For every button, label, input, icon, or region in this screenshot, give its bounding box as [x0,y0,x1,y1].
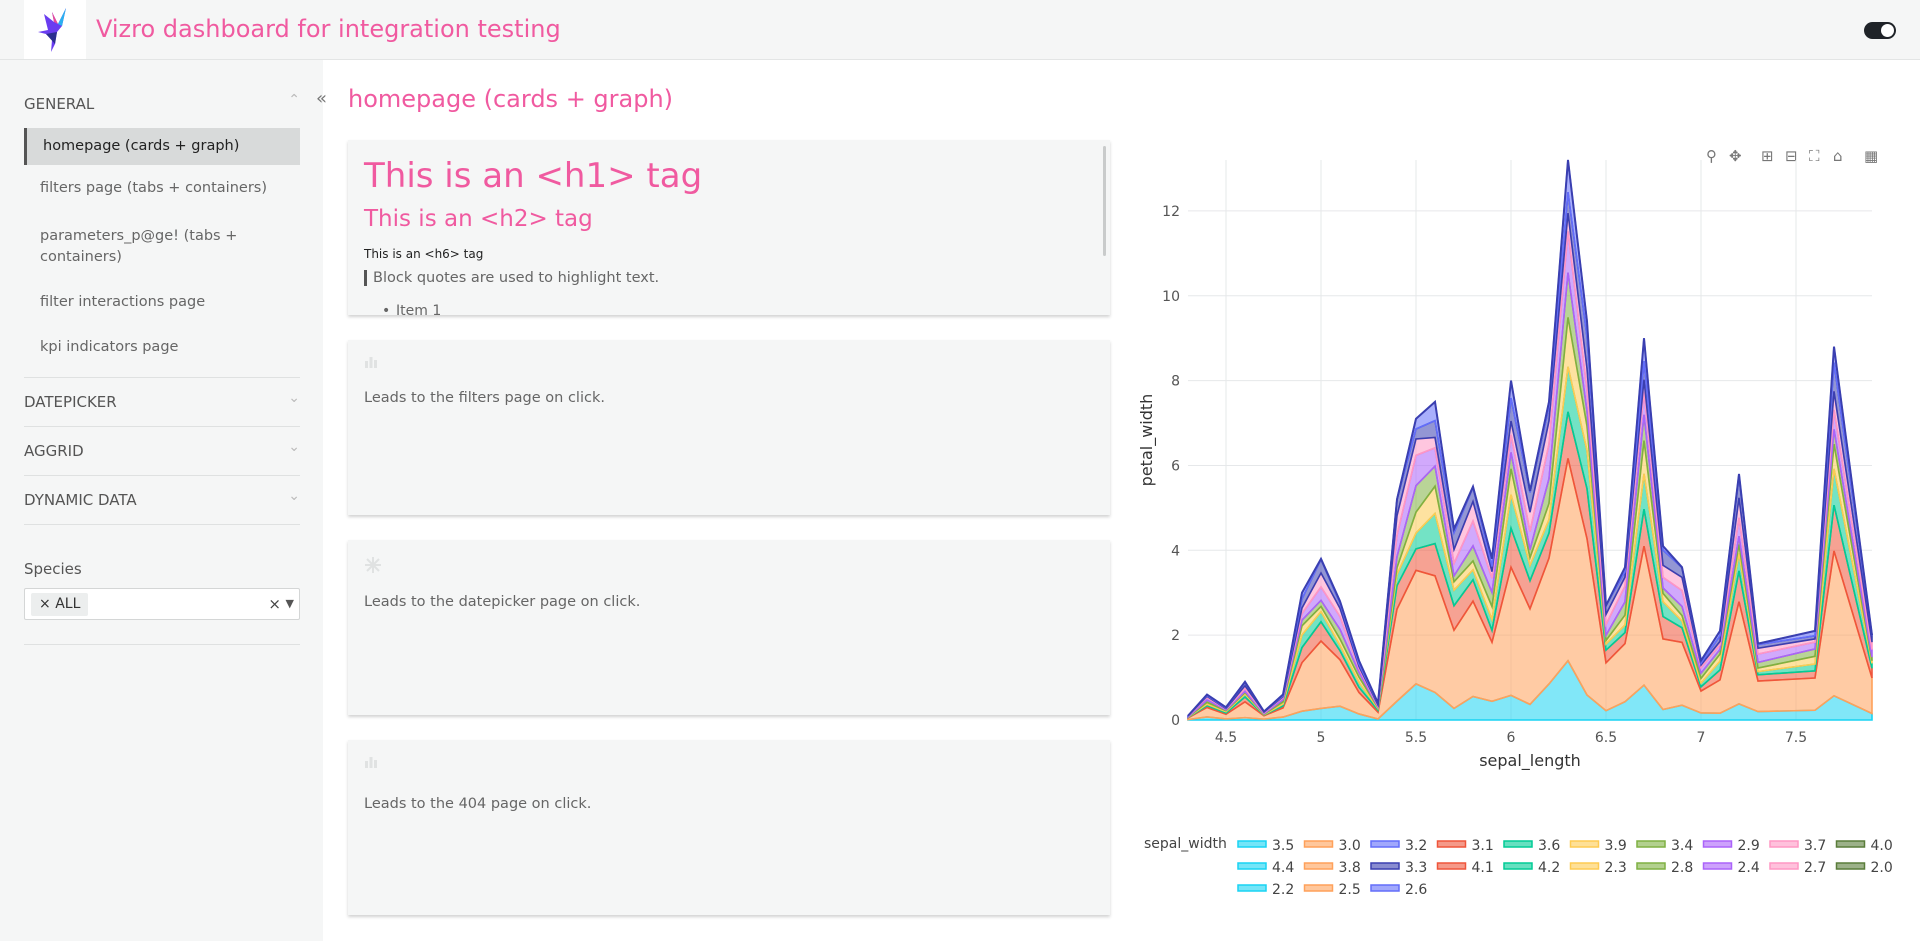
legend-item: 3.4 [1671,838,1693,854]
legend-item: 2.4 [1738,860,1760,876]
y-tick-label: 10 [1162,289,1180,305]
legend-item: 4.2 [1538,860,1560,876]
legend-item: 3.5 [1272,838,1294,854]
y-axis-label: petal_width [1137,394,1157,487]
legend-item: 3.3 [1405,860,1427,876]
legend-swatch [1569,840,1600,848]
legend-item: 3.9 [1605,838,1627,854]
legend-item: 2.9 [1738,838,1760,854]
legend-swatch [1503,862,1533,870]
legend-item: 4.4 [1272,860,1294,876]
y-tick-label: 8 [1171,374,1180,390]
legend-swatch [1636,862,1666,870]
legend-swatch [1702,840,1733,848]
legend-swatch [1503,840,1533,848]
legend-swatch [1835,862,1866,870]
legend-item: 2.3 [1605,860,1627,876]
area-chart[interactable]: 4.5 5 5.5 6 6.5 7 7.5 0 2 4 6 8 10 12 sepal_length peta… [0,0,1920,941]
legend-swatch [1370,840,1400,848]
legend-item: 2.5 [1339,882,1361,898]
legend-swatch [1237,840,1267,848]
legend-item: 3.6 [1538,838,1560,854]
legend-swatch [1303,862,1334,870]
legend-swatch [1237,884,1267,892]
legend-swatch [1303,840,1334,848]
legend-item: 4.1 [1472,860,1494,876]
legend-item: 3.8 [1339,860,1361,876]
legend-swatch [1303,884,1334,892]
legend-item: 2.7 [1804,860,1826,876]
legend-item: 3.7 [1804,838,1826,854]
legend-swatch [1436,840,1467,848]
legend-swatch [1237,862,1267,870]
legend-swatch [1769,840,1799,848]
x-tick-label: 7 [1697,730,1706,746]
x-tick-label: 6.5 [1595,730,1617,746]
legend-item: 4.0 [1871,838,1893,854]
legend-item: 2.6 [1405,882,1427,898]
y-tick-label: 0 [1171,713,1180,729]
x-tick-label: 7.5 [1785,730,1807,746]
legend-swatch [1436,862,1467,870]
legend-swatch [1636,840,1666,848]
x-axis-label: sepal_length [1479,751,1581,771]
x-tick-label: 6 [1507,730,1516,746]
legend-item: 2.0 [1871,860,1893,876]
legend-swatch [1569,862,1600,870]
legend-item: 3.2 [1405,838,1427,854]
legend-swatch [1835,840,1866,848]
legend-swatch [1370,862,1400,870]
y-tick-label: 12 [1162,204,1180,220]
x-tick-label: 4.5 [1215,730,1237,746]
x-tick-label: 5.5 [1405,730,1427,746]
legend-item: 3.0 [1339,838,1361,854]
legend-item: 2.2 [1272,882,1294,898]
y-tick-label: 4 [1171,543,1180,559]
legend-swatch [1702,862,1733,870]
legend-item: 2.8 [1671,860,1693,876]
legend-title: sepal_width [1144,836,1227,852]
legend-swatch [1769,862,1799,870]
y-tick-label: 6 [1171,458,1180,474]
y-tick-label: 2 [1171,628,1180,644]
legend-item: 3.1 [1472,838,1494,854]
x-tick-label: 5 [1317,730,1326,746]
legend-swatch [1370,884,1400,892]
